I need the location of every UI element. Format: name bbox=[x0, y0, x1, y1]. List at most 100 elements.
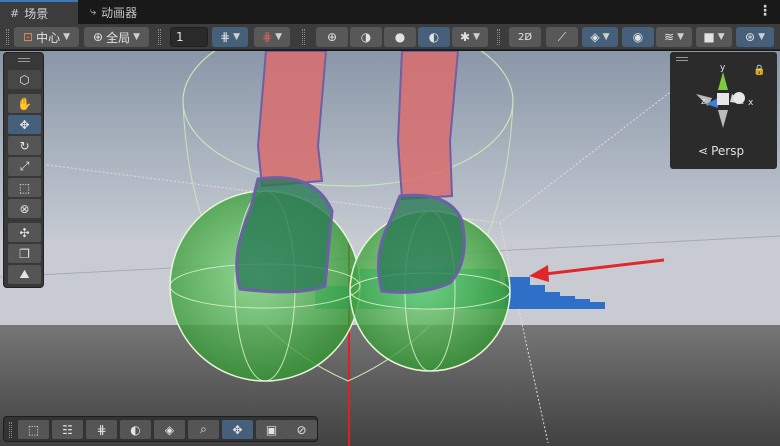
shaded-sphere-icon: ◐ bbox=[428, 30, 440, 44]
custom-tool-copy[interactable]: ❐ bbox=[8, 244, 41, 263]
navigation-button[interactable]: ⊘ bbox=[286, 420, 317, 439]
tool-palette: ⬡ ✋ ✥ ↻ ⤢ ⬚ ⊗ ✣ ❐ ⛰ bbox=[3, 52, 44, 288]
overlay-grip[interactable] bbox=[9, 422, 12, 438]
rect-tool[interactable]: ⬚ bbox=[8, 178, 41, 197]
increment-snap-toggle[interactable]: ⋕ ▼ bbox=[254, 27, 290, 47]
perspective-icon: ⋖ bbox=[698, 144, 709, 158]
tab-animator[interactable]: ⤷ 动画器 bbox=[80, 0, 147, 24]
camera-dropdown[interactable]: ■ ▼ bbox=[696, 27, 732, 47]
x-axis-label: x bbox=[748, 98, 754, 108]
space-label: 全局 bbox=[106, 30, 131, 45]
custom-tool-terrain[interactable]: ⛰ bbox=[8, 265, 41, 284]
gizmos-dropdown[interactable]: ⊛ ▼ bbox=[736, 27, 774, 47]
move-tool[interactable]: ✥ bbox=[8, 115, 41, 134]
axis-gizmo: y z x bbox=[696, 63, 754, 128]
lighting-toggle[interactable]: ⟋ bbox=[546, 27, 578, 47]
shading-button[interactable]: ◐ bbox=[120, 420, 151, 439]
bug-icon: ✱ bbox=[460, 30, 471, 44]
gizmo-globe-icon: ⊛ bbox=[745, 30, 756, 44]
hand-tool[interactable]: ✋ bbox=[8, 94, 41, 113]
chevron-down-icon: ▼ bbox=[63, 32, 70, 42]
layers-stack-icon: ◈ bbox=[164, 422, 175, 437]
scale-tool[interactable]: ⤢ bbox=[8, 157, 41, 176]
move-gizmo-button[interactable]: ✥ bbox=[222, 420, 253, 439]
scale-icon: ⤢ bbox=[19, 159, 30, 173]
pivot-tool-icon: ✣ bbox=[19, 225, 30, 240]
effects-toggle[interactable]: ◈ ▼ bbox=[582, 27, 618, 47]
animator-icon: ⤷ bbox=[90, 5, 97, 18]
debug-mode-dropdown[interactable]: ✱ ▼ bbox=[452, 27, 488, 47]
layers-dropdown[interactable]: ≋ ▼ bbox=[656, 27, 692, 47]
grid-size-input[interactable]: 1 bbox=[170, 27, 208, 47]
layers-icon: ≋ bbox=[664, 30, 675, 44]
more-options-icon[interactable]: ⋮ bbox=[758, 3, 772, 19]
unlit-mode[interactable]: ● bbox=[384, 27, 416, 47]
scene-toolbar: ⊡ 中心 ▼ ⊕ 全局 ▼ 1 ⋕ ▼ ⋕ ▼ ⊕ ◑ ● ◐ ✱ ▼ 2D̸ … bbox=[0, 24, 780, 50]
left-leg bbox=[256, 51, 328, 188]
projection-toggle[interactable]: ⋖ Persp bbox=[698, 144, 744, 158]
grid-overlay-icon: ⋕ bbox=[96, 422, 107, 437]
align-button[interactable]: ☷ bbox=[52, 420, 83, 439]
chevron-down-icon: ▼ bbox=[275, 32, 282, 42]
grid-snap-icon: ⋕ bbox=[220, 30, 231, 44]
pivot-icon: ⊡ bbox=[23, 30, 34, 44]
toolbar-grip[interactable] bbox=[6, 29, 9, 45]
shaded-mode[interactable]: ◐ bbox=[418, 27, 450, 47]
layers-button[interactable]: ◈ bbox=[154, 420, 185, 439]
move-icon: ✥ bbox=[232, 422, 243, 437]
toolbar-grip[interactable] bbox=[158, 29, 161, 45]
search-button[interactable]: ⌕ bbox=[188, 420, 219, 439]
camera-preview-icon: ▣ bbox=[265, 422, 278, 437]
x-axis-cone bbox=[733, 92, 745, 104]
eye-icon: ◉ bbox=[632, 30, 644, 44]
rotate-icon: ↻ bbox=[19, 138, 30, 153]
scene-render bbox=[0, 51, 780, 446]
z-axis-label: z bbox=[701, 97, 706, 107]
rect-icon: ⬚ bbox=[18, 180, 31, 195]
grid-snap-toggle[interactable]: ⋕ ▼ bbox=[212, 27, 248, 47]
unlit-sphere-icon: ● bbox=[394, 30, 406, 44]
pivot-label: 中心 bbox=[36, 30, 61, 45]
transform-tool[interactable]: ⊗ bbox=[8, 199, 41, 218]
grid-icon: # bbox=[10, 6, 20, 20]
tab-bar: # 场景 ⤷ 动画器 ⋮ bbox=[0, 0, 780, 24]
visibility-toggle[interactable]: ◉ bbox=[622, 27, 654, 47]
camera-icon: ■ bbox=[703, 30, 715, 44]
scene-viewport[interactable] bbox=[0, 51, 780, 446]
projection-label: Persp bbox=[711, 144, 745, 158]
center-cube bbox=[717, 93, 729, 105]
wireframe-sphere-icon: ⊕ bbox=[326, 30, 338, 44]
overlay-toolbar: ⬚ ☷ ⋕ ◐ ◈ ⌕ ✥ ▣ ⊘ bbox=[3, 416, 318, 442]
effects-icon: ◈ bbox=[590, 30, 600, 44]
terrain-icon: ⛰ bbox=[19, 267, 30, 281]
camera-preview-button[interactable]: ▣ bbox=[256, 420, 287, 439]
chevron-down-icon: ▼ bbox=[133, 32, 140, 42]
shaded-wireframe-mode[interactable]: ◑ bbox=[350, 27, 382, 47]
shaded-wireframe-icon: ◑ bbox=[360, 30, 372, 44]
light-off-icon: ⟋ bbox=[557, 29, 567, 44]
rect-select-button[interactable]: ⬚ bbox=[18, 420, 49, 439]
view-cube-icon[interactable]: ⬡ bbox=[8, 70, 41, 89]
search-icon: ⌕ bbox=[200, 422, 207, 436]
pivot-dropdown[interactable]: ⊡ 中心 ▼ bbox=[14, 27, 79, 47]
toolbar-grip[interactable] bbox=[497, 29, 500, 45]
space-dropdown[interactable]: ⊕ 全局 ▼ bbox=[84, 27, 149, 47]
palette-grip[interactable] bbox=[18, 58, 30, 62]
shading-icon: ◐ bbox=[130, 422, 141, 437]
tab-scene[interactable]: # 场景 bbox=[0, 0, 78, 24]
grid-overlay-button[interactable]: ⋕ bbox=[86, 420, 117, 439]
chevron-down-icon: ▼ bbox=[473, 32, 480, 42]
hand-icon: ✋ bbox=[17, 96, 32, 111]
copy-icon: ❐ bbox=[19, 246, 30, 261]
orientation-gizmo[interactable]: 🔒 y z x ⋖ Persp bbox=[670, 52, 777, 169]
y-axis-label: y bbox=[720, 63, 726, 73]
toolbar-grip[interactable] bbox=[302, 29, 305, 45]
grid-size-value: 1 bbox=[176, 30, 184, 44]
align-icon: ☷ bbox=[62, 422, 73, 437]
rotate-tool[interactable]: ↻ bbox=[8, 136, 41, 155]
move-icon: ✥ bbox=[19, 117, 30, 132]
wireframe-draw-mode[interactable]: ⊕ bbox=[316, 27, 348, 47]
y-axis-cone bbox=[718, 72, 728, 90]
2d-toggle[interactable]: 2D̸ bbox=[509, 27, 541, 47]
custom-tool-pivot[interactable]: ✣ bbox=[8, 223, 41, 242]
